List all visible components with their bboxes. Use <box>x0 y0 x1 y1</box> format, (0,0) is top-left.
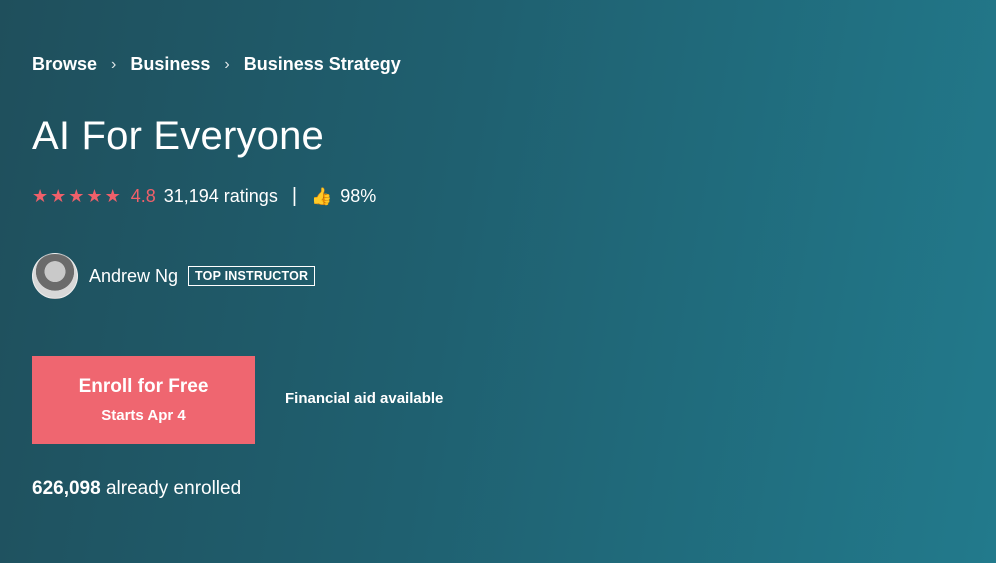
instructor-row: Andrew Ng TOP INSTRUCTOR <box>32 253 316 299</box>
enrolled-number: 626,098 <box>32 478 101 499</box>
star-rating: ★ ★ ★ ★ ★ <box>32 186 121 207</box>
breadcrumb-business-strategy[interactable]: Business Strategy <box>244 54 401 75</box>
star-icon: ★ <box>50 186 67 206</box>
approval-percent: 98% <box>340 186 377 206</box>
enrolled-label: already enrolled <box>100 478 242 499</box>
chevron-right-icon: › <box>224 55 230 73</box>
course-title: AI For Everyone <box>32 114 325 158</box>
star-icon: ★ <box>86 186 103 206</box>
rating-row: ★ ★ ★ ★ ★ 4.8 31,194 ratings | 👍 98% <box>32 185 376 208</box>
rating-value: 4.8 <box>130 186 156 206</box>
breadcrumb-business[interactable]: Business <box>130 54 210 75</box>
breadcrumb: Browse › Business › Business Strategy <box>32 54 401 75</box>
chevron-right-icon: › <box>111 55 117 73</box>
enroll-button-label: Enroll for Free <box>78 376 209 397</box>
top-instructor-badge: TOP INSTRUCTOR <box>188 266 316 286</box>
avatar[interactable] <box>32 253 78 299</box>
star-icon: ★ <box>104 186 121 206</box>
financial-aid-link[interactable]: Financial aid available <box>285 390 443 407</box>
instructor-name[interactable]: Andrew Ng <box>89 266 178 287</box>
divider: | <box>291 185 298 207</box>
enrollment-count: 626,098 already enrolled <box>32 478 241 500</box>
ratings-count[interactable]: 31,194 ratings <box>164 186 278 207</box>
star-icon: ★ <box>32 186 49 206</box>
star-icon: ★ <box>68 186 85 206</box>
enroll-start-date: Starts Apr 4 <box>101 407 186 424</box>
thumbs-up-icon: 👍 <box>311 186 333 206</box>
enroll-button[interactable]: Enroll for Free Starts Apr 4 <box>32 356 255 444</box>
breadcrumb-browse[interactable]: Browse <box>32 54 97 75</box>
